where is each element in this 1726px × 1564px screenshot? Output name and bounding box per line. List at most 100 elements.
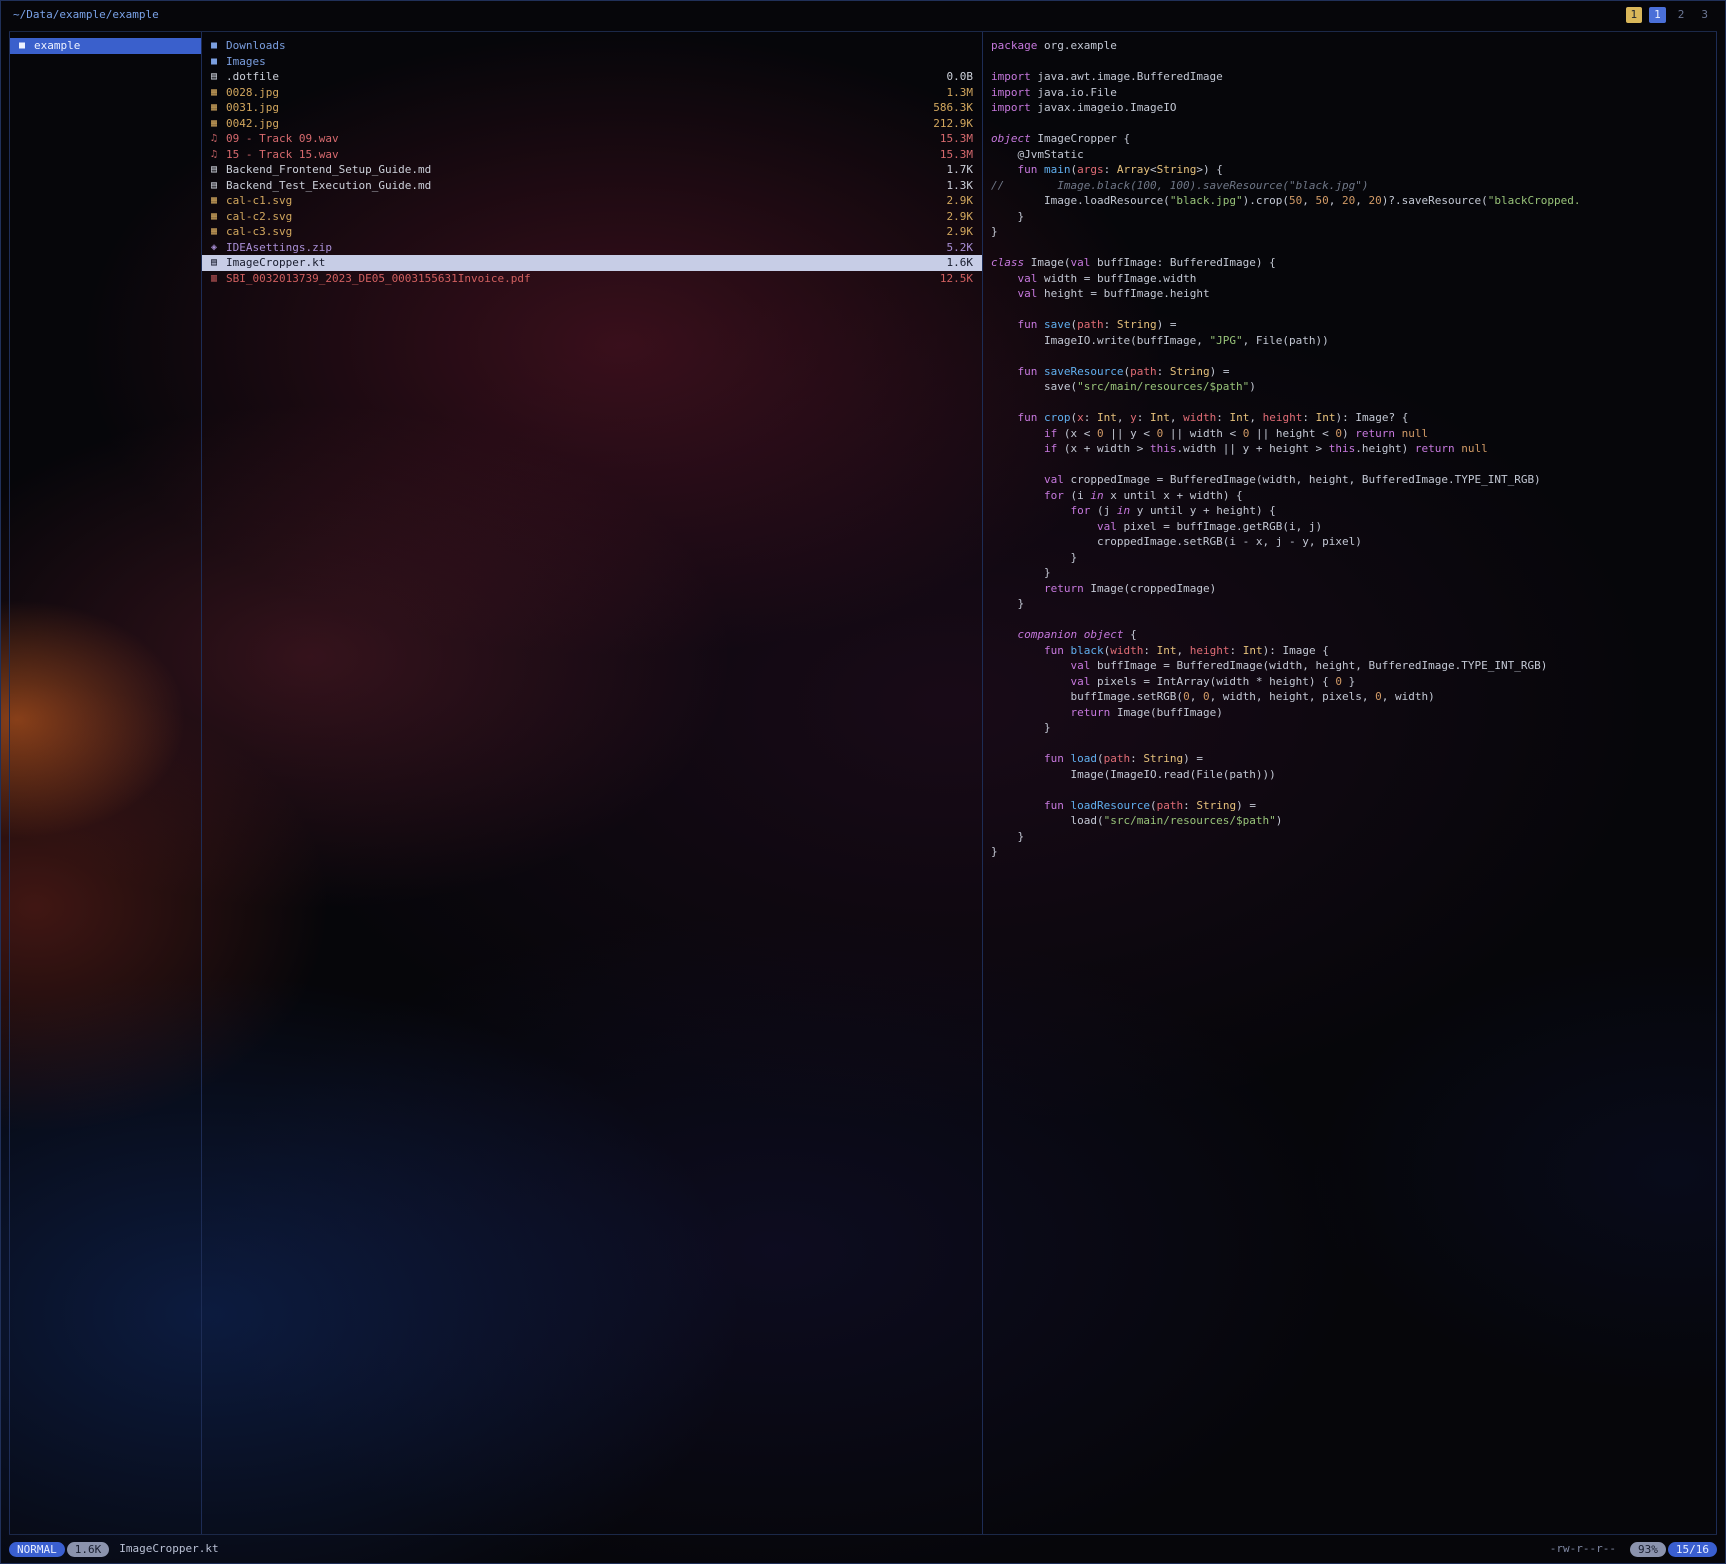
file-row[interactable]: ▤Backend_Test_Execution_Guide.md1.3K: [202, 178, 982, 194]
code-line: fun black(width: Int, height: Int): Imag…: [991, 643, 1708, 659]
code-line: }: [991, 720, 1708, 736]
file-row[interactable]: ▦cal-c3.svg 2.9K: [202, 224, 982, 240]
tab-4[interactable]: 3: [1696, 7, 1713, 23]
file-size: 1.3M: [947, 85, 974, 101]
file-size: 1.6K: [947, 255, 974, 271]
file-size: 2.9K: [947, 224, 974, 240]
file-size: 2.9K: [947, 209, 974, 225]
code-line: ImageIO.write(buffImage, "JPG", File(pat…: [991, 333, 1708, 349]
file-row[interactable]: ■Images: [202, 54, 982, 70]
file-row[interactable]: ▦0028.jpg1.3M: [202, 85, 982, 101]
code-line: buffImage.setRGB(0, 0, width, height, pi…: [991, 689, 1708, 705]
code-line: return Image(croppedImage): [991, 581, 1708, 597]
code-line: @JvmStatic: [991, 147, 1708, 163]
file-list-pane[interactable]: ■Downloads■Images▤.dotfile0.0B▦0028.jpg1…: [202, 32, 983, 1534]
code-line: fun crop(x: Int, y: Int, width: Int, hei…: [991, 410, 1708, 426]
code-line: import java.awt.image.BufferedImage: [991, 69, 1708, 85]
file-size: 0.0B: [947, 69, 974, 85]
image-icon: ▦: [211, 116, 226, 132]
file-row[interactable]: ▦cal-c1.svg 2.9K: [202, 193, 982, 209]
code-line: [991, 612, 1708, 628]
code-line: // Image.black(100, 100).saveResource("b…: [991, 178, 1708, 194]
code-line: [991, 240, 1708, 256]
code-line: val pixels = IntArray(width * height) { …: [991, 674, 1708, 690]
pane-container: ■example ■Downloads■Images▤.dotfile0.0B▦…: [9, 31, 1717, 1535]
file-name: 0031.jpg: [226, 100, 925, 116]
image-icon: ▦: [211, 193, 226, 209]
file-row[interactable]: ▦0042.jpg 212.9K: [202, 116, 982, 132]
file-name: 15 - Track 15.wav: [226, 147, 932, 163]
file-size: 586.3K: [933, 100, 973, 116]
code-line: Image(ImageIO.read(File(path))): [991, 767, 1708, 783]
code-line: }: [991, 209, 1708, 225]
file-name: cal-c1.svg: [226, 193, 939, 209]
terminal-window: ~/Data/example/example 1123 ■example ■Do…: [0, 0, 1726, 1564]
file-size: 212.9K: [933, 116, 973, 132]
folder-icon: ■: [211, 54, 226, 70]
parent-directory-pane[interactable]: ■example: [9, 32, 202, 1534]
audio-icon: ♫: [211, 131, 226, 147]
code-line: [991, 116, 1708, 132]
code-line: class Image(val buffImage: BufferedImage…: [991, 255, 1708, 271]
code-line: return Image(buffImage): [991, 705, 1708, 721]
image-icon: ▦: [211, 224, 226, 240]
code-line: val height = buffImage.height: [991, 286, 1708, 302]
tab-bar: 1123: [1626, 7, 1714, 23]
file-name: Backend_Frontend_Setup_Guide.md: [226, 162, 939, 178]
scroll-percent-badge: 93%: [1630, 1542, 1666, 1557]
file-name: Downloads: [226, 38, 965, 54]
code-line: }: [991, 550, 1708, 566]
file-row[interactable]: ♫09 - Track 09.wav 15.3M: [202, 131, 982, 147]
code-line: [991, 348, 1708, 364]
file-size: 1.7K: [947, 162, 974, 178]
file-permissions: -rw-r--r--: [1550, 1541, 1616, 1557]
file-name: Images: [226, 54, 965, 70]
image-icon: ▦: [211, 209, 226, 225]
code-line: companion object {: [991, 627, 1708, 643]
image-icon: ▦: [211, 100, 226, 116]
file-preview-pane[interactable]: package org.example import java.awt.imag…: [983, 32, 1717, 1534]
file-row[interactable]: ■Downloads: [202, 38, 982, 54]
code-line: [991, 54, 1708, 70]
code-line: fun loadResource(path: String) =: [991, 798, 1708, 814]
code-line: }: [991, 829, 1708, 845]
file-size: 2.9K: [947, 193, 974, 209]
file-row[interactable]: ▤Backend_Frontend_Setup_Guide.md 1.7K: [202, 162, 982, 178]
file-size: 15.3M: [940, 131, 973, 147]
code-line: [991, 736, 1708, 752]
doc-icon: ▤: [211, 162, 226, 178]
code-line: if (x + width > this.width || y + height…: [991, 441, 1708, 457]
code-line: fun main(args: Array<String>) {: [991, 162, 1708, 178]
file-row[interactable]: ▦0031.jpg 586.3K: [202, 100, 982, 116]
code-line: }: [991, 224, 1708, 240]
file-row[interactable]: ▤ImageCropper.kt1.6K: [202, 255, 982, 271]
status-right-group: -rw-r--r-- 93% 15/16: [1550, 1541, 1717, 1557]
tab-1[interactable]: 1: [1626, 7, 1643, 23]
file-row[interactable]: ♫15 - Track 15.wav15.3M: [202, 147, 982, 163]
file-name: 0028.jpg: [226, 85, 939, 101]
file-row[interactable]: ▥SBI_0032013739_2023_DE05_0003155631Invo…: [202, 271, 982, 287]
tab-2[interactable]: 1: [1649, 7, 1666, 23]
code-line: [991, 457, 1708, 473]
tab-3[interactable]: 2: [1673, 7, 1690, 23]
file-name: 09 - Track 09.wav: [226, 131, 932, 147]
code-icon: ▤: [211, 255, 226, 271]
file-row[interactable]: ■example: [10, 38, 201, 54]
file-row[interactable]: ◈IDEAsettings.zip5.2K: [202, 240, 982, 256]
code-line: [991, 302, 1708, 318]
code-line: for (j in y until y + height) {: [991, 503, 1708, 519]
file-name: .dotfile: [226, 69, 939, 85]
file-icon: ▤: [211, 69, 226, 85]
file-row[interactable]: ▦cal-c2.svg2.9K: [202, 209, 982, 225]
file-name: Backend_Test_Execution_Guide.md: [226, 178, 939, 194]
code-line: object ImageCropper {: [991, 131, 1708, 147]
code-line: for (i in x until x + width) {: [991, 488, 1708, 504]
code-line: val pixel = buffImage.getRGB(i, j): [991, 519, 1708, 535]
file-row[interactable]: ▤.dotfile 0.0B: [202, 69, 982, 85]
file-name: cal-c3.svg: [226, 224, 939, 240]
pdf-icon: ▥: [211, 271, 226, 287]
file-name: 0042.jpg: [226, 116, 925, 132]
current-path: ~/Data/example/example: [13, 7, 159, 23]
code-line: if (x < 0 || y < 0 || width < 0 || heigh…: [991, 426, 1708, 442]
code-line: load("src/main/resources/$path"): [991, 813, 1708, 829]
